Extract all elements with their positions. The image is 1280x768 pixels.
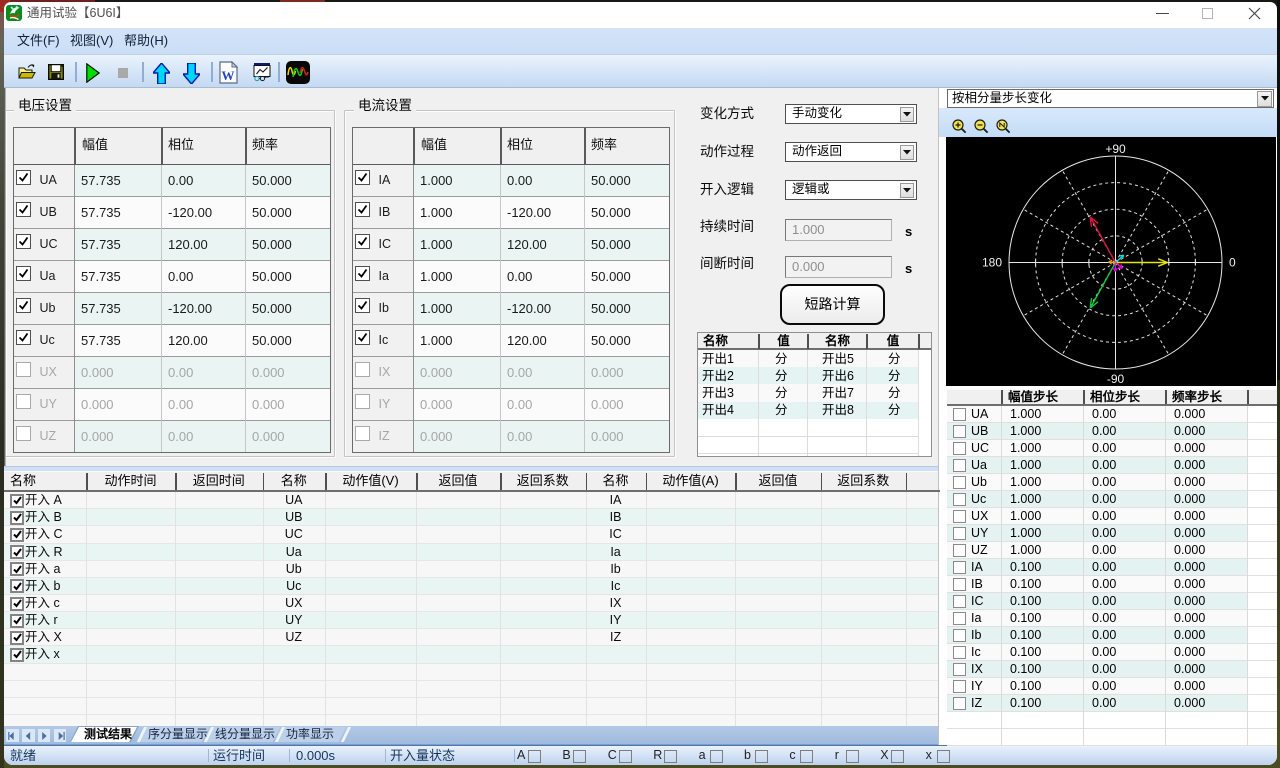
svg-text:W: W xyxy=(222,68,235,83)
svg-text:-90: -90 xyxy=(1107,372,1125,386)
svg-text:+90: +90 xyxy=(1105,142,1126,156)
svg-text:0: 0 xyxy=(1229,256,1236,270)
svg-text:180: 180 xyxy=(982,256,1002,270)
